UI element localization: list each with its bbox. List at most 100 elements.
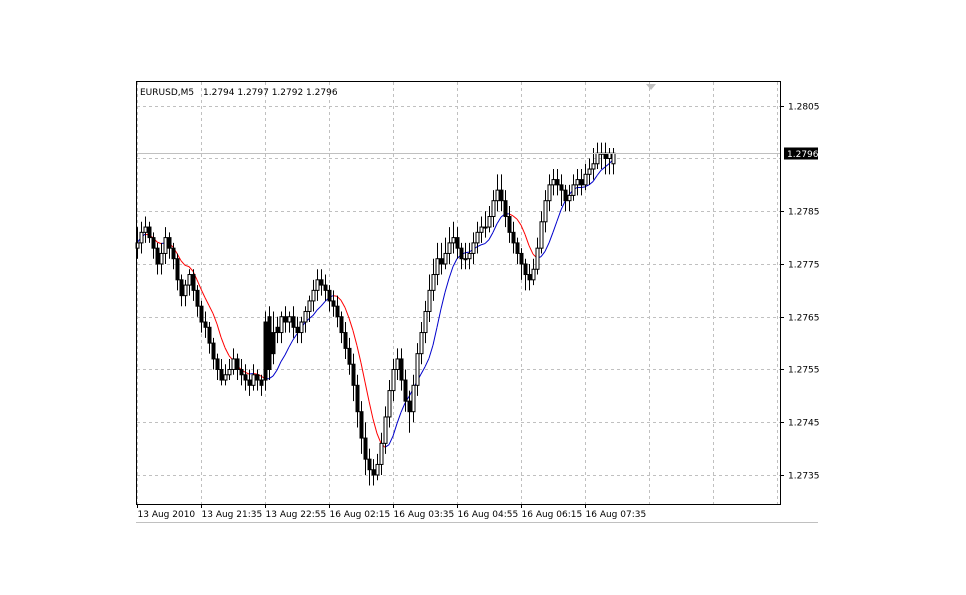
candle-body	[587, 168, 592, 175]
candle-body	[283, 316, 288, 323]
candle-body	[207, 326, 212, 344]
candle-body	[575, 179, 580, 186]
candle-body	[335, 305, 340, 318]
candle-body	[451, 237, 456, 244]
candle-body	[187, 274, 192, 286]
candle-body	[347, 347, 352, 365]
candle-body	[607, 152, 612, 159]
time-tick-label: 13 Aug 21:35	[202, 510, 263, 520]
candle-body	[571, 184, 576, 196]
candle-body	[211, 342, 216, 360]
candle-body	[483, 226, 488, 229]
candle-body	[491, 200, 496, 218]
candle-body	[555, 179, 560, 186]
candle-body	[583, 173, 588, 186]
candle-body	[447, 242, 452, 254]
candle-body	[307, 300, 312, 312]
candle-body	[147, 226, 152, 239]
chart-window: 1.2735 1.2745 1.2755 1.2765 1.2775 1.2785 1.28…	[0, 0, 966, 591]
candle-body	[139, 231, 144, 244]
candle-body	[395, 358, 400, 370]
candle-body	[423, 310, 428, 334]
candle-body	[219, 368, 224, 381]
candle-body	[227, 368, 232, 376]
candle-body	[563, 189, 568, 202]
candle-body	[155, 247, 160, 265]
candle-body	[143, 226, 148, 233]
candle-body	[223, 374, 228, 381]
candle-body	[431, 274, 436, 291]
candle-body	[475, 231, 480, 244]
time-tick-label: 16 Aug 07:35	[586, 510, 647, 520]
candle-body	[411, 384, 416, 413]
candle-body	[203, 321, 208, 328]
price-tick-label: 1.2735	[788, 472, 820, 482]
candle-body	[403, 379, 408, 402]
candle-body	[299, 321, 304, 334]
candle-body	[595, 152, 600, 165]
candle-body	[459, 247, 464, 260]
candle-body	[191, 274, 196, 291]
candle-body	[267, 316, 272, 370]
candle-body	[255, 374, 260, 381]
price-chart: 1.2735 1.2745 1.2755 1.2765 1.2775 1.2785 1.28…	[0, 0, 966, 591]
candle-body	[295, 326, 300, 334]
candle-body	[291, 316, 296, 328]
candle-body	[315, 279, 320, 291]
candle-body	[391, 368, 396, 392]
candle-body	[503, 200, 508, 218]
candle-body	[303, 310, 308, 323]
price-tick-label: 1.2765	[788, 314, 820, 324]
candle-body	[407, 400, 412, 413]
price-tick-label: 1.2755	[788, 366, 820, 376]
candle-body	[263, 321, 268, 381]
candle-body	[499, 189, 504, 202]
candle-body	[167, 237, 172, 249]
candle-body	[559, 184, 564, 191]
candle-body	[371, 469, 376, 476]
candle-body	[611, 152, 616, 165]
candle-body	[539, 221, 544, 249]
candle-body	[195, 289, 200, 307]
candle-body	[279, 316, 284, 334]
candle-body	[551, 179, 556, 186]
candle-body	[215, 358, 220, 370]
candle-body	[355, 384, 360, 413]
candle-body	[247, 379, 252, 386]
time-tick-label: 13 Aug 22:55	[266, 510, 327, 520]
candle-body	[171, 247, 176, 260]
candle-body	[579, 179, 584, 186]
candle-body	[495, 189, 500, 202]
candle-body	[159, 252, 164, 265]
candle-body	[323, 284, 328, 291]
candle-body	[419, 332, 424, 355]
candle-body	[515, 242, 520, 254]
candle-body	[511, 231, 516, 244]
candle-body	[487, 216, 492, 228]
candle-body	[379, 442, 384, 465]
candle-body	[383, 416, 388, 444]
candle-body	[331, 300, 336, 307]
candle-body	[351, 363, 356, 386]
candle-body	[231, 358, 236, 370]
time-tick-label: 16 Aug 02:15	[330, 510, 391, 520]
candle-body	[567, 194, 572, 202]
candle-body	[327, 289, 332, 302]
candle-body	[375, 463, 380, 476]
candle-body	[287, 316, 292, 323]
price-tick-label: 1.2775	[788, 261, 820, 271]
time-tick-label: 13 Aug 2010	[138, 510, 196, 520]
candle-body	[467, 252, 472, 260]
candle-body	[591, 163, 596, 170]
candle-body	[479, 226, 484, 233]
candle-body	[235, 358, 240, 370]
candle-body	[527, 274, 532, 281]
candle-body	[535, 247, 540, 270]
candle-body	[251, 374, 256, 386]
candle-body	[507, 216, 512, 233]
time-tick-label: 16 Aug 03:35	[394, 510, 455, 520]
candle-body	[543, 200, 548, 223]
candle-body	[399, 358, 404, 381]
candle-body	[415, 353, 420, 386]
candle-body	[531, 268, 536, 281]
